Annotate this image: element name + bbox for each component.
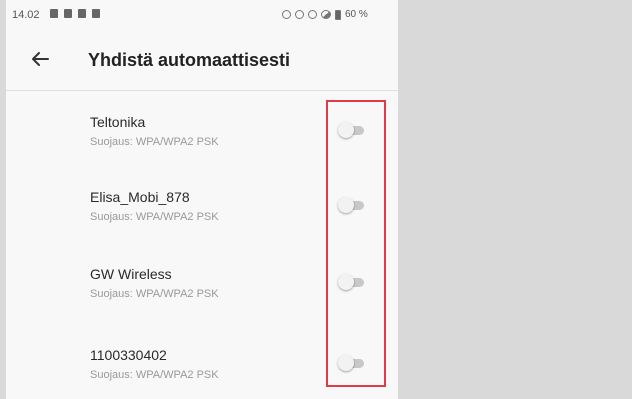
notification-icon [50,9,58,18]
wifi-icon [308,10,317,19]
bluetooth-icon [295,10,304,19]
system-icons: 60 % [282,9,368,20]
phone-screen: 14.02 60 % Yhdistä automaattisesti Telto… [6,0,398,399]
network-name: Teltonika [90,114,146,130]
arrow-left-icon[interactable] [28,47,52,71]
signal-icon [321,10,331,19]
network-security: Suojaus: WPA/WPA2 PSK [90,288,219,300]
notification-icon [92,9,100,18]
highlight-box [326,100,386,387]
page-title: Yhdistä automaattisesti [88,50,291,70]
network-security: Suojaus: WPA/WPA2 PSK [90,211,219,223]
network-security: Suojaus: WPA/WPA2 PSK [90,369,219,381]
battery-icon [335,9,341,20]
alarm-icon [282,10,291,19]
notification-icon [64,9,72,18]
network-name: GW Wireless [90,266,172,282]
network-name: Elisa_Mobi_878 [90,189,190,205]
status-time: 14.02 [12,9,40,21]
battery-percent: 60 % [345,9,368,20]
notification-icon [78,9,86,18]
app-bar: Yhdistä automaattisesti [6,30,398,91]
status-bar: 14.02 60 % [6,0,398,30]
network-security: Suojaus: WPA/WPA2 PSK [90,136,219,148]
notification-icons [50,9,100,18]
network-name: 1100330402 [90,347,167,363]
